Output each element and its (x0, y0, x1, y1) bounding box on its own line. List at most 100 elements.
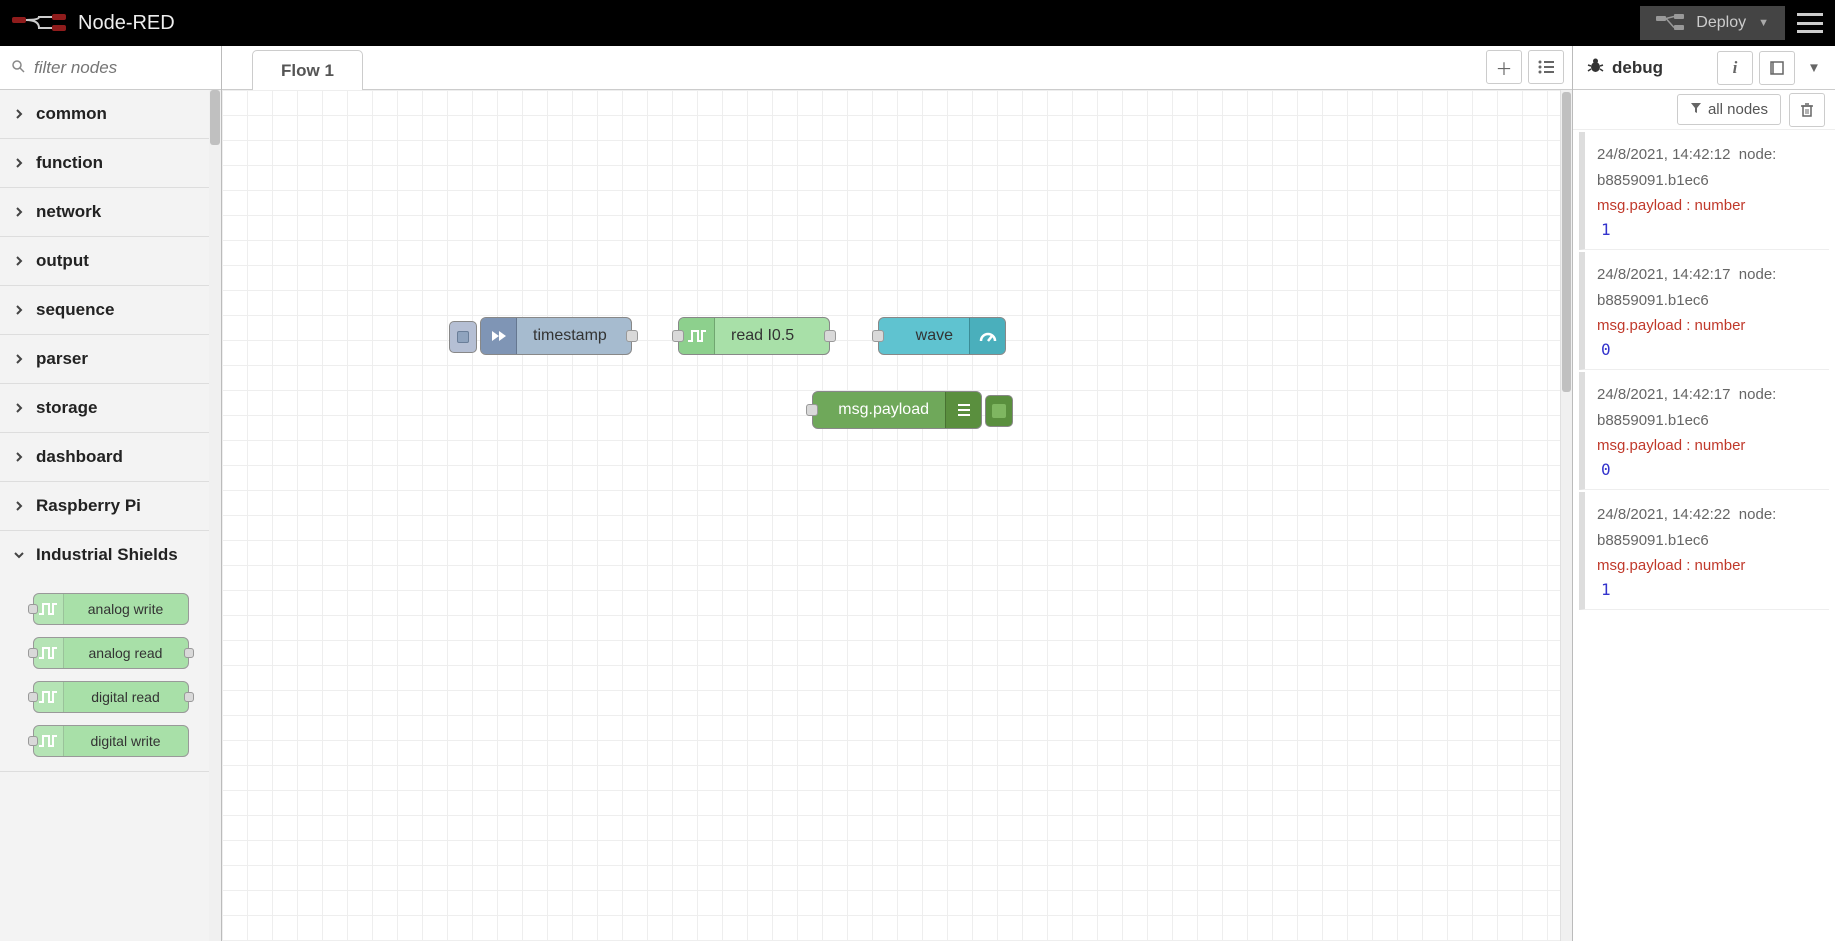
output-port[interactable] (184, 692, 194, 702)
dashboard-chart-node[interactable]: wave (878, 317, 1006, 355)
palette-category: parser (0, 335, 221, 384)
palette-category-header[interactable]: dashboard (0, 433, 221, 481)
gauge-icon (969, 318, 1005, 354)
output-port[interactable] (824, 330, 836, 342)
sidebar-menu-button[interactable]: ▼ (1801, 51, 1827, 85)
palette-category-header[interactable]: sequence (0, 286, 221, 334)
palette-category-label: common (36, 104, 107, 124)
palette-node-label: analog write (64, 601, 188, 617)
palette-category-header[interactable]: storage (0, 384, 221, 432)
input-port[interactable] (28, 736, 38, 746)
chevron-right-icon (14, 155, 26, 171)
flow-canvas[interactable]: timestamp read I0.5 wave (222, 90, 1572, 941)
palette-category: network (0, 188, 221, 237)
node-red-logo-icon (12, 14, 68, 32)
deploy-label: Deploy (1696, 14, 1746, 32)
app-header: Node-RED Deploy ▼ (0, 0, 1835, 46)
palette-node[interactable]: analog write (33, 593, 189, 625)
pulse-icon (679, 318, 715, 354)
palette-node[interactable]: digital write (33, 725, 189, 757)
palette-sidebar: common function network outputsequenceparse… (0, 46, 222, 941)
debug-message-topic: msg.payload : number (1597, 317, 1817, 334)
sidebar-tabs: debug i ▼ (1573, 46, 1835, 90)
debug-message-topic: msg.payload : number (1597, 557, 1817, 574)
list-flows-button[interactable] (1528, 50, 1564, 84)
debug-message[interactable]: 24/8/2021, 14:42:17 node: b8859091.b1ec6… (1579, 252, 1829, 370)
input-port[interactable] (672, 330, 684, 342)
debug-icon (945, 392, 981, 428)
clear-debug-button[interactable] (1789, 93, 1825, 127)
palette-scrollbar[interactable] (209, 90, 221, 941)
palette-category-label: Industrial Shields (36, 545, 178, 565)
filter-nodes-input[interactable] (12, 58, 209, 78)
input-port[interactable] (28, 604, 38, 614)
help-tab-button[interactable] (1759, 51, 1795, 85)
input-port[interactable] (28, 648, 38, 658)
palette-node[interactable]: digital read (33, 681, 189, 713)
palette-category-label: storage (36, 398, 97, 418)
palette-category-header[interactable]: output (0, 237, 221, 285)
chevron-down-icon (14, 547, 26, 563)
palette-node-label: digital write (64, 733, 188, 749)
debug-toggle-button[interactable] (985, 395, 1013, 427)
menu-button[interactable] (1797, 13, 1823, 33)
palette-category: storage (0, 384, 221, 433)
filter-nodes-container (0, 46, 221, 90)
search-icon (12, 60, 25, 76)
inject-node[interactable]: timestamp (480, 317, 632, 355)
palette-category: Raspberry Pi (0, 482, 221, 531)
debug-message-value: 1 (1597, 580, 1817, 599)
deploy-button[interactable]: Deploy ▼ (1640, 6, 1785, 40)
chevron-right-icon (14, 498, 26, 514)
palette-category-label: network (36, 202, 101, 222)
debug-filter-button[interactable]: all nodes (1677, 94, 1781, 125)
palette-node-label: digital read (64, 689, 188, 705)
palette-category: output (0, 237, 221, 286)
debug-message-meta: 24/8/2021, 14:42:12 node: b8859091.b1ec6 (1597, 142, 1817, 193)
palette-category-header[interactable]: common (0, 90, 221, 138)
debug-message-meta: 24/8/2021, 14:42:17 node: b8859091.b1ec6 (1597, 262, 1817, 313)
add-flow-button[interactable]: ＋ (1486, 50, 1522, 84)
chevron-right-icon (14, 204, 26, 220)
palette-category-header[interactable]: network (0, 188, 221, 236)
input-port[interactable] (806, 404, 818, 416)
palette-category-header[interactable]: function (0, 139, 221, 187)
info-tab-button[interactable]: i (1717, 51, 1753, 85)
debug-message-topic: msg.payload : number (1597, 197, 1817, 214)
output-port[interactable] (626, 330, 638, 342)
debug-message-meta: 24/8/2021, 14:42:22 node: b8859091.b1ec6 (1597, 502, 1817, 553)
palette-category: Industrial Shields analog write analog rea… (0, 531, 221, 772)
debug-node[interactable]: msg.payload (812, 391, 982, 429)
workspace-tabs: Flow 1 ＋ (222, 46, 1572, 90)
debug-messages: 24/8/2021, 14:42:12 node: b8859091.b1ec6… (1573, 130, 1835, 941)
palette-category: sequence (0, 286, 221, 335)
workspace: Flow 1 ＋ timestam (222, 46, 1573, 941)
chevron-right-icon (14, 302, 26, 318)
chevron-down-icon: ▼ (1758, 17, 1769, 29)
palette-node-label: analog read (64, 645, 188, 661)
palette-category-header[interactable]: Industrial Shields (0, 531, 221, 579)
palette-node[interactable]: analog read (33, 637, 189, 669)
pulse-icon (34, 594, 64, 624)
input-port[interactable] (872, 330, 884, 342)
digital-read-node[interactable]: read I0.5 (678, 317, 830, 355)
palette-category: function (0, 139, 221, 188)
logo: Node-RED (12, 12, 175, 35)
canvas-scrollbar[interactable] (1560, 90, 1572, 941)
input-port[interactable] (28, 692, 38, 702)
app-title: Node-RED (78, 12, 175, 35)
bug-icon (1587, 57, 1604, 79)
palette-category: common (0, 90, 221, 139)
inject-trigger-button[interactable] (449, 321, 477, 353)
flow-tab[interactable]: Flow 1 (252, 50, 363, 90)
palette-category-header[interactable]: parser (0, 335, 221, 383)
filter-icon (1690, 101, 1702, 118)
debug-message[interactable]: 24/8/2021, 14:42:12 node: b8859091.b1ec6… (1579, 132, 1829, 250)
palette-category-header[interactable]: Raspberry Pi (0, 482, 221, 530)
debug-tab[interactable]: debug (1581, 57, 1711, 79)
palette-category-label: function (36, 153, 103, 173)
debug-message[interactable]: 24/8/2021, 14:42:17 node: b8859091.b1ec6… (1579, 372, 1829, 490)
output-port[interactable] (184, 648, 194, 658)
debug-toolbar: all nodes (1573, 90, 1835, 130)
debug-message[interactable]: 24/8/2021, 14:42:22 node: b8859091.b1ec6… (1579, 492, 1829, 610)
